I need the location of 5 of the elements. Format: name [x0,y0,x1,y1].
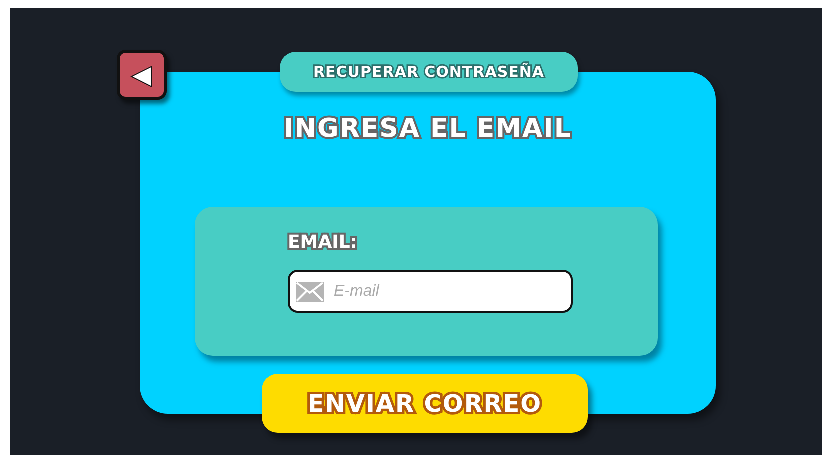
email-field[interactable]: E-mail [288,270,573,313]
back-button[interactable]: ◀ [117,50,167,100]
heading: INGRESA EL EMAIL [283,113,573,146]
email-label: EMAIL: [288,231,359,255]
title-banner: RECUPERAR CONTRASEÑA [280,52,578,92]
